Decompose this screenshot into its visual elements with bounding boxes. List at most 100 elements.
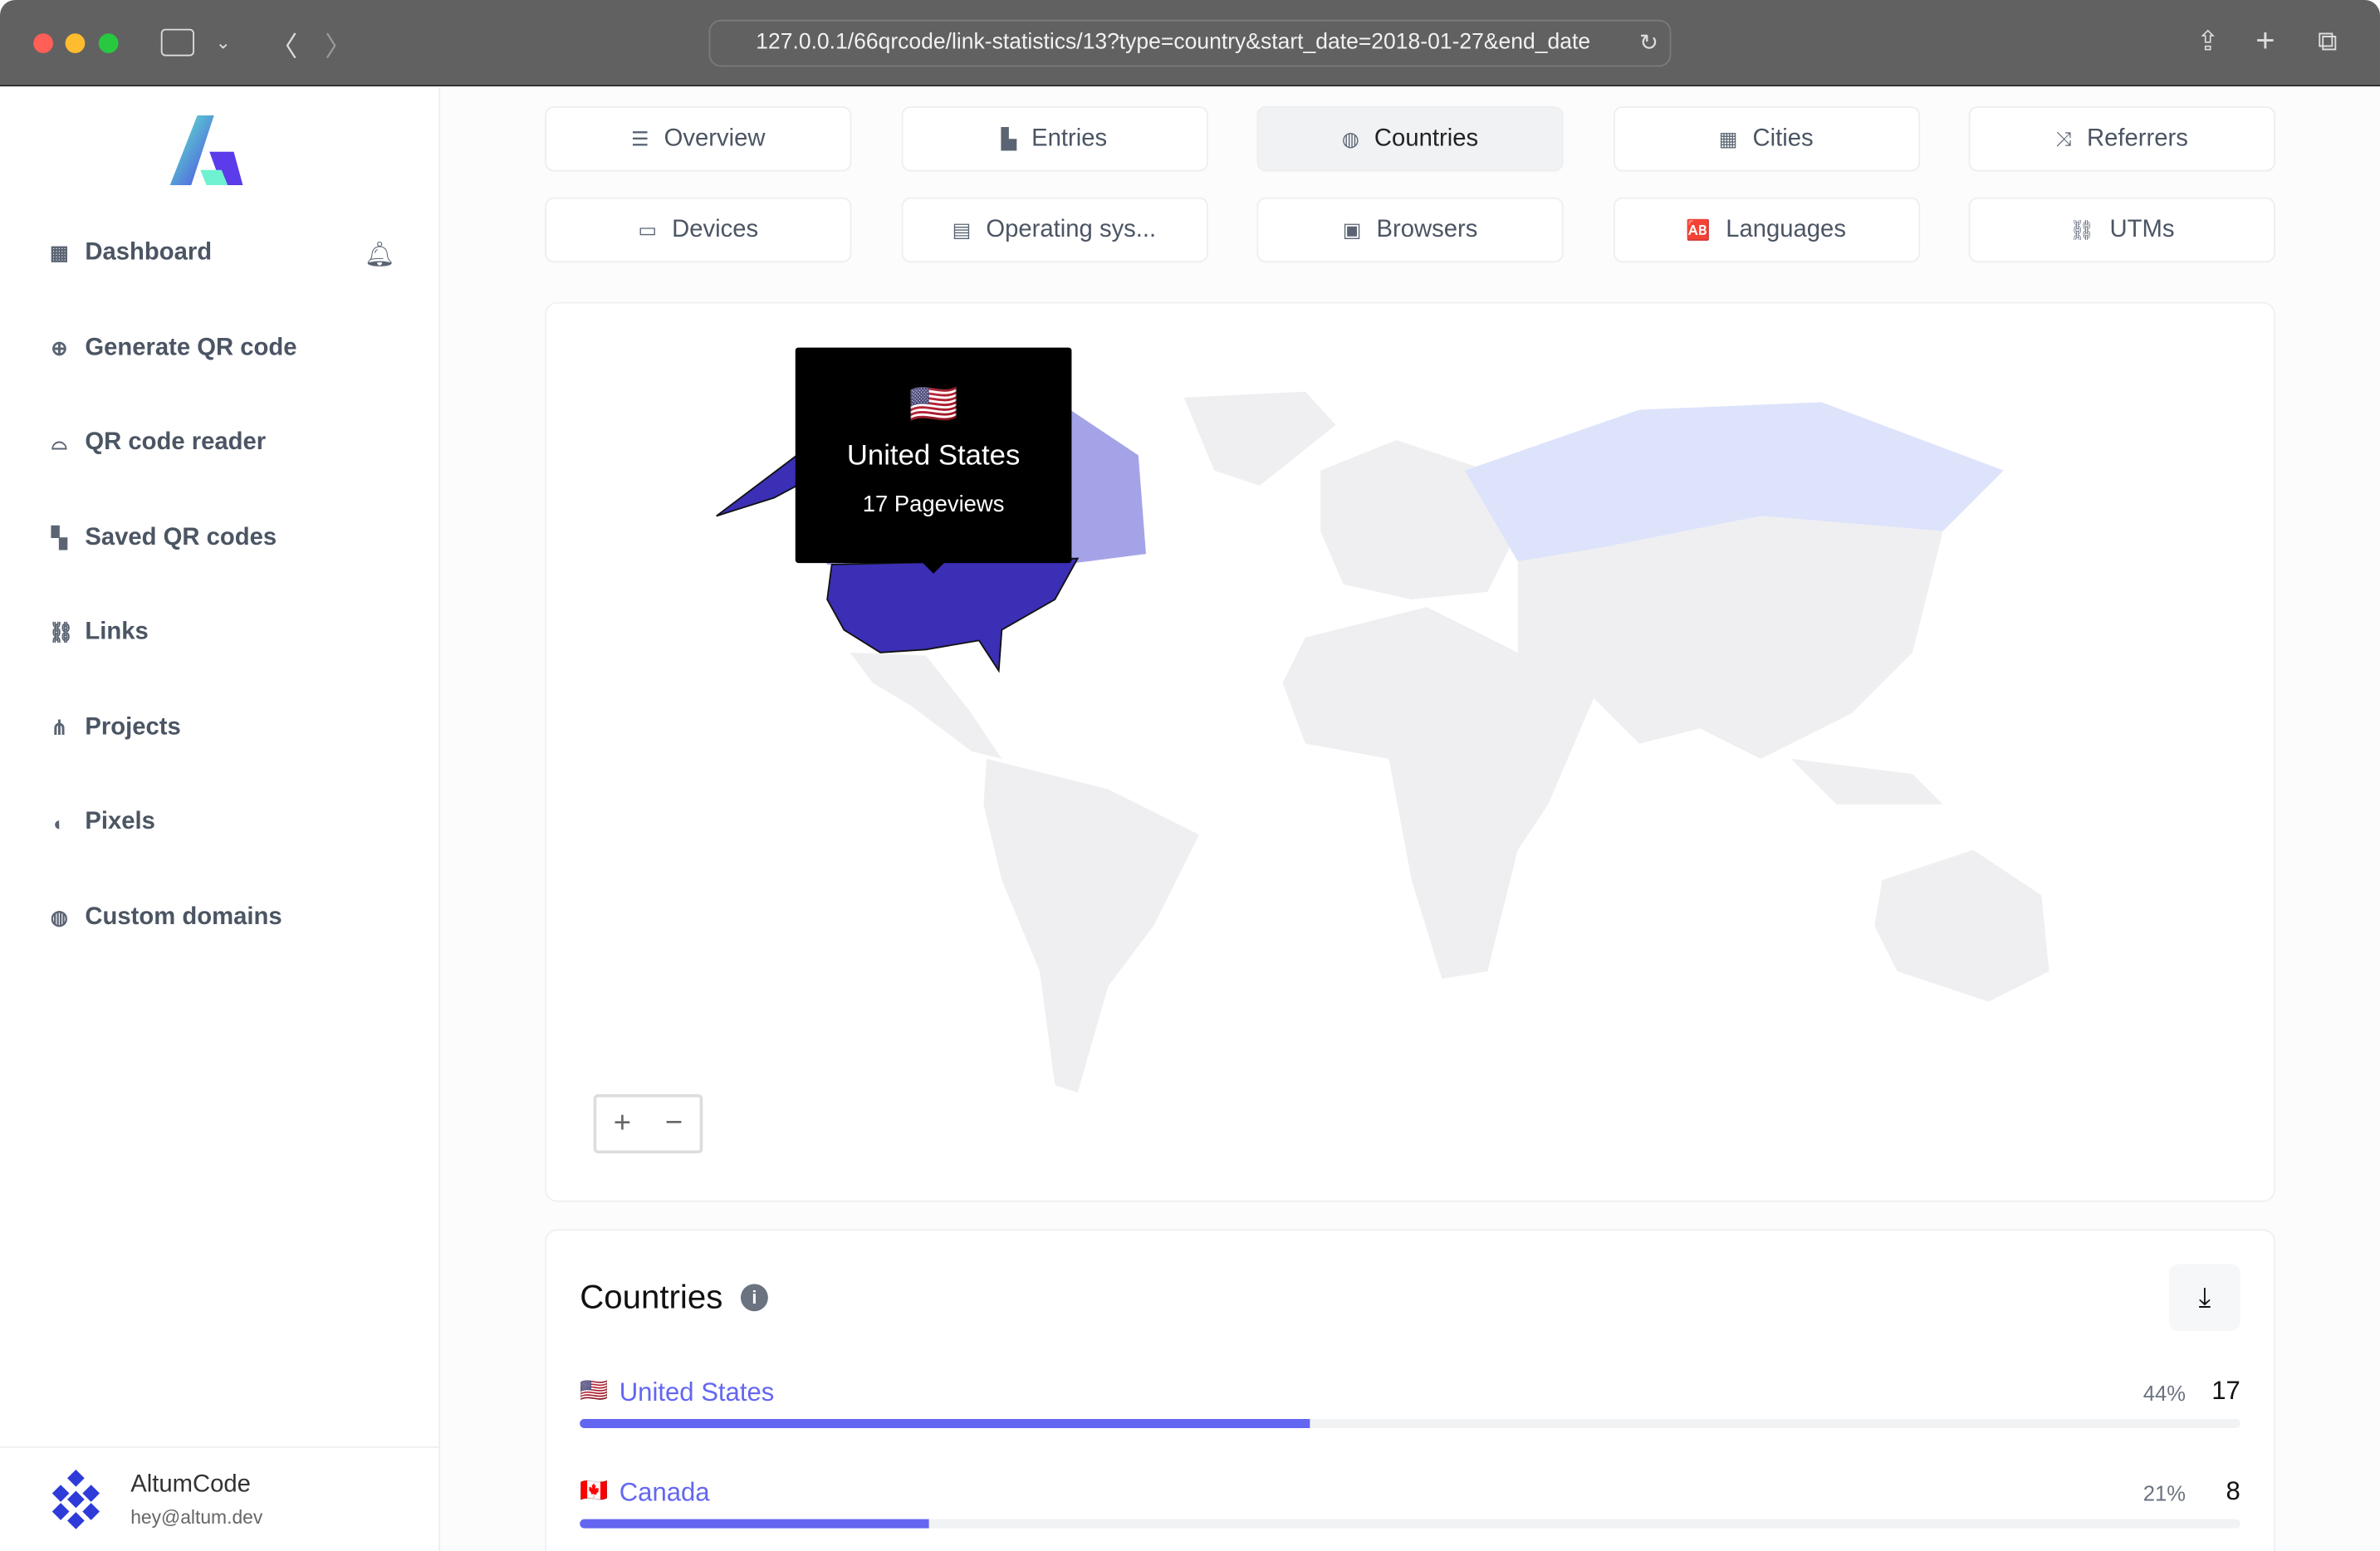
- new-tab-icon[interactable]: +: [2255, 22, 2275, 61]
- country-link[interactable]: Canada: [619, 1478, 710, 1509]
- tab-languages[interactable]: 🆎 Languages: [1613, 197, 1920, 263]
- random-icon: ⤨: [2055, 126, 2072, 150]
- sidebar-item-qr-code-reader[interactable]: ⌓ QR code reader: [48, 429, 266, 457]
- user-email: hey@altum.dev: [130, 1507, 263, 1529]
- sidebar-item-label: Pixels: [85, 809, 155, 835]
- flag-icon: 🇨🇦: [580, 1478, 609, 1505]
- back-icon[interactable]: 〈: [270, 26, 297, 66]
- map-region-greenland: [1183, 391, 1336, 486]
- chevron-down-icon[interactable]: ⌄: [216, 32, 231, 53]
- list-icon: ☰: [631, 126, 649, 150]
- tab-utms[interactable]: ⛓ UTMs: [1968, 197, 2275, 263]
- country-value: 8: [2226, 1476, 2240, 1506]
- sidebar-item-generate-qr-code[interactable]: ⊕ Generate QR code: [48, 335, 296, 362]
- sidebar-item-dashboard[interactable]: ▦ Dashboard: [48, 240, 212, 267]
- zoom-in-button[interactable]: +: [596, 1097, 648, 1150]
- logo[interactable]: [167, 115, 246, 185]
- tab-overview[interactable]: ☰ Overview: [545, 105, 852, 172]
- server-icon: ▤: [952, 218, 972, 241]
- tabs-overview-icon[interactable]: ⧉: [2318, 26, 2338, 57]
- tab-label: Operating sys...: [986, 216, 1157, 242]
- info-icon[interactable]: i: [740, 1284, 768, 1312]
- share-icon[interactable]: ⇪: [2196, 26, 2220, 57]
- tab-label: UTMs: [2109, 216, 2175, 242]
- zoom-out-button[interactable]: −: [648, 1097, 699, 1150]
- link-icon: ⛓: [48, 620, 74, 643]
- laptop-icon: ▭: [638, 218, 657, 241]
- reload-icon[interactable]: ↻: [1639, 29, 1658, 56]
- address-bar[interactable]: 127.0.0.1/66qrcode/link-statistics/13?ty…: [708, 19, 1672, 67]
- map-region-alaska: [716, 453, 798, 517]
- tab-label: Referrers: [2086, 125, 2188, 151]
- forward-icon[interactable]: 〉: [325, 26, 352, 66]
- plus-circle-icon: ⊕: [51, 335, 68, 360]
- map-tooltip: 🇺🇸 United States 17 Pageviews: [795, 347, 1072, 574]
- maximize-window-button[interactable]: [98, 33, 119, 53]
- sidebar-item-label: Generate QR code: [85, 335, 297, 361]
- country-percent: 44%: [2142, 1381, 2187, 1406]
- map-region-indonesia: [1790, 758, 1943, 805]
- tab-entries[interactable]: ▙ Entries: [900, 105, 1208, 172]
- chart-bar-icon: ▙: [1001, 126, 1016, 150]
- window-icon: ▣: [1342, 218, 1362, 241]
- tooltip-country: United States: [846, 440, 1021, 472]
- sidebar-item-links[interactable]: ⛓ Links: [48, 619, 148, 647]
- sidebar-item-projects[interactable]: ⋔ Projects: [48, 714, 180, 741]
- country-row: 🇨🇦 Canada 21% 8: [580, 1474, 2240, 1534]
- sidebar-item-saved-qr-codes[interactable]: ▚ Saved QR codes: [48, 525, 277, 552]
- tab-label: Cities: [1752, 125, 1814, 151]
- map-card: 🇺🇸 United States 17 Pageviews + −: [545, 301, 2275, 1202]
- tab-operating-sys-[interactable]: ▤ Operating sys...: [900, 197, 1208, 263]
- tab-cities[interactable]: ▦ Cities: [1613, 105, 1920, 172]
- tab-label: Overview: [664, 125, 766, 151]
- grid-icon: ▦: [50, 241, 69, 265]
- globe-icon: ◍: [1341, 126, 1359, 150]
- sidebar-item-label: Custom domains: [85, 903, 282, 930]
- download-button[interactable]: ⤓: [2168, 1264, 2240, 1331]
- country-link[interactable]: United States: [619, 1378, 775, 1409]
- map-region-central-america: [850, 652, 1002, 759]
- link-icon: ⛓: [2069, 218, 2095, 241]
- user-name: AltumCode: [130, 1471, 251, 1499]
- tab-label: Devices: [672, 216, 759, 242]
- glasses-icon: ⌓: [51, 431, 67, 454]
- map-zoom-controls: + −: [593, 1094, 703, 1154]
- tab-countries[interactable]: ◍ Countries: [1256, 105, 1564, 172]
- adjust-icon: ◐: [53, 810, 66, 834]
- tab-referrers[interactable]: ⤨ Referrers: [1968, 105, 2275, 172]
- tab-label: Languages: [1726, 216, 1846, 242]
- user-profile[interactable]: AltumCode hey@altum.dev: [0, 1446, 441, 1551]
- language-icon: 🆎: [1686, 218, 1711, 241]
- tab-label: Countries: [1374, 125, 1479, 151]
- sidebar-item-label: Dashboard: [85, 239, 213, 266]
- tab-devices[interactable]: ▭ Devices: [545, 197, 852, 263]
- sidebar-item-label: Projects: [85, 713, 181, 741]
- minimize-window-button[interactable]: [65, 33, 86, 53]
- tooltip-value: 17 Pageviews: [862, 492, 1005, 518]
- tab-browsers[interactable]: ▣ Browsers: [1256, 197, 1564, 263]
- sidebar: ▦ Dashboard ⊕ Generate QR code ⌓ QR code read…: [0, 88, 441, 1551]
- country-value: 17: [2211, 1376, 2240, 1406]
- country-row: 🇺🇸 United States 44% 17: [580, 1373, 2240, 1434]
- country-progress-bar: [580, 1418, 2240, 1428]
- country-progress-bar: [580, 1519, 2240, 1529]
- close-window-button[interactable]: [33, 33, 53, 53]
- globe-icon: ◍: [50, 905, 68, 928]
- browser-toolbar: ⌄ 〈 〉 127.0.0.1/66qrcode/link-statistics…: [0, 0, 2380, 87]
- country-percent: 21%: [2142, 1480, 2187, 1506]
- flag-us-icon: 🇺🇸: [908, 380, 958, 427]
- qrcode-icon: ▚: [51, 526, 67, 549]
- sidebar-item-custom-domains[interactable]: ◍ Custom domains: [48, 903, 282, 931]
- bell-icon[interactable]: 🔔︎: [365, 240, 395, 271]
- project-diagram-icon: ⋔: [51, 715, 68, 739]
- sidebar-item-pixels[interactable]: ◐ Pixels: [48, 809, 155, 836]
- countries-title: Countries: [580, 1278, 723, 1316]
- sidebar-toggle-icon[interactable]: [160, 28, 194, 56]
- flag-icon: 🇺🇸: [580, 1377, 609, 1404]
- sidebar-item-label: QR code reader: [85, 429, 267, 456]
- tab-label: Entries: [1031, 125, 1108, 151]
- avatar: [51, 1469, 100, 1529]
- sidebar-item-label: Saved QR codes: [85, 524, 277, 550]
- map-region-south-america: [983, 758, 1199, 1094]
- city-icon: ▦: [1718, 126, 1738, 150]
